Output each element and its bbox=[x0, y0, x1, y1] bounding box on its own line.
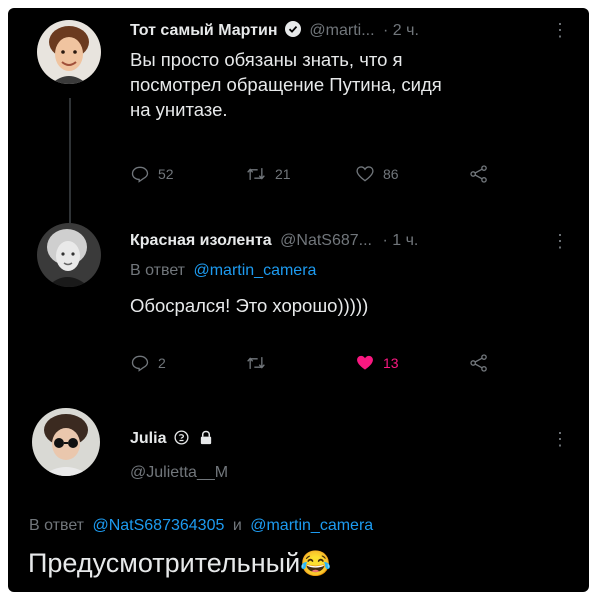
tweet-3-header: Julia bbox=[130, 430, 213, 452]
tweet-1-text-line-1: Вы просто обязаны знать, что я bbox=[130, 49, 403, 70]
reply-context: В ответ @NatS687364305 и @martin_camera bbox=[29, 517, 373, 539]
share-icon bbox=[468, 164, 490, 184]
like-count: 86 bbox=[383, 166, 399, 182]
retweet-button[interactable] bbox=[245, 353, 267, 373]
tweet-1-text-line-3: на унитазе. bbox=[130, 99, 228, 120]
retweet-icon bbox=[245, 164, 267, 184]
handle[interactable]: @NatS687... bbox=[280, 232, 372, 249]
handle[interactable]: @marti... bbox=[309, 22, 374, 39]
tweet-3-text-content: Предусмотрительный bbox=[28, 548, 301, 578]
retweet-icon bbox=[245, 353, 267, 373]
reply-joiner: и bbox=[232, 517, 242, 534]
reply-to-link[interactable]: @martin_camera bbox=[193, 262, 316, 279]
display-name[interactable]: Тот самый Мартин bbox=[130, 22, 278, 39]
handle[interactable]: @Julietta__M bbox=[130, 464, 228, 481]
share-icon bbox=[468, 353, 490, 373]
reply-icon bbox=[130, 353, 150, 373]
reply-to-link-2[interactable]: @martin_camera bbox=[250, 517, 373, 534]
tweet-1-text: Вы просто обязаны знать, что я посмотрел… bbox=[130, 47, 550, 122]
timestamp[interactable]: · 1 ч. bbox=[382, 232, 418, 249]
tears-of-joy-emoji-icon: 😂 bbox=[300, 550, 332, 578]
tweet-1-actions: 52 21 86 bbox=[130, 164, 520, 186]
tweet-2-header: Красная изолента @NatS687... · 1 ч. bbox=[130, 232, 418, 254]
more-icon[interactable]: ⋮ bbox=[551, 429, 569, 450]
tweet-2-actions: 2 13 bbox=[130, 353, 520, 375]
reply-prefix: В ответ bbox=[29, 517, 85, 534]
timestamp[interactable]: · 2 ч. bbox=[383, 22, 419, 39]
verified-icon bbox=[284, 21, 301, 42]
display-name[interactable]: Julia bbox=[130, 430, 166, 447]
badge-icon bbox=[174, 430, 189, 450]
more-icon[interactable]: ⋮ bbox=[551, 20, 569, 41]
avatar-martin[interactable] bbox=[37, 20, 101, 84]
tweet-1-text-line-2: посмотрел обращение Путина, сидя bbox=[130, 74, 442, 95]
like-button[interactable]: 13 bbox=[355, 353, 399, 373]
like-button[interactable]: 86 bbox=[355, 164, 399, 184]
more-icon[interactable]: ⋮ bbox=[551, 231, 569, 252]
tweet-1-header: Тот самый Мартин @marti... · 2 ч. bbox=[130, 21, 419, 43]
reply-prefix: В ответ bbox=[130, 262, 186, 279]
like-icon bbox=[355, 164, 375, 184]
lock-icon bbox=[199, 430, 213, 450]
avatar-julia[interactable] bbox=[32, 408, 100, 476]
tweet-3-text: Предусмотрительный😂 bbox=[28, 547, 331, 580]
tweet-3-handle-line: @Julietta__M bbox=[130, 464, 228, 486]
reply-button[interactable]: 52 bbox=[130, 164, 174, 184]
reply-count: 52 bbox=[158, 166, 174, 182]
share-button[interactable] bbox=[468, 353, 490, 373]
display-name[interactable]: Красная изолента bbox=[130, 232, 272, 249]
tweet-2-text: Обосрался! Это хорошо))))) bbox=[130, 295, 369, 316]
retweet-count: 21 bbox=[275, 166, 291, 182]
retweet-button[interactable]: 21 bbox=[245, 164, 291, 184]
like-icon bbox=[355, 353, 375, 373]
tweet-3[interactable]: Julia ⋮ @Julietta__M В ответ @NatS687364… bbox=[8, 398, 589, 592]
reply-count: 2 bbox=[158, 355, 166, 371]
tweet-2[interactable]: Красная изолента @NatS687... · 1 ч. ⋮ В … bbox=[8, 218, 589, 398]
tweet-1[interactable]: Тот самый Мартин @marti... · 2 ч. ⋮ Вы п… bbox=[8, 8, 589, 218]
avatar-natasha[interactable] bbox=[37, 223, 101, 287]
reply-icon bbox=[130, 164, 150, 184]
reply-button[interactable]: 2 bbox=[130, 353, 166, 373]
reply-to-link-1[interactable]: @NatS687364305 bbox=[92, 517, 224, 534]
reply-context: В ответ @martin_camera bbox=[130, 262, 316, 284]
screenshot-frame: Тот самый Мартин @marti... · 2 ч. ⋮ Вы п… bbox=[8, 8, 589, 592]
share-button[interactable] bbox=[468, 164, 490, 184]
like-count: 13 bbox=[383, 355, 399, 371]
